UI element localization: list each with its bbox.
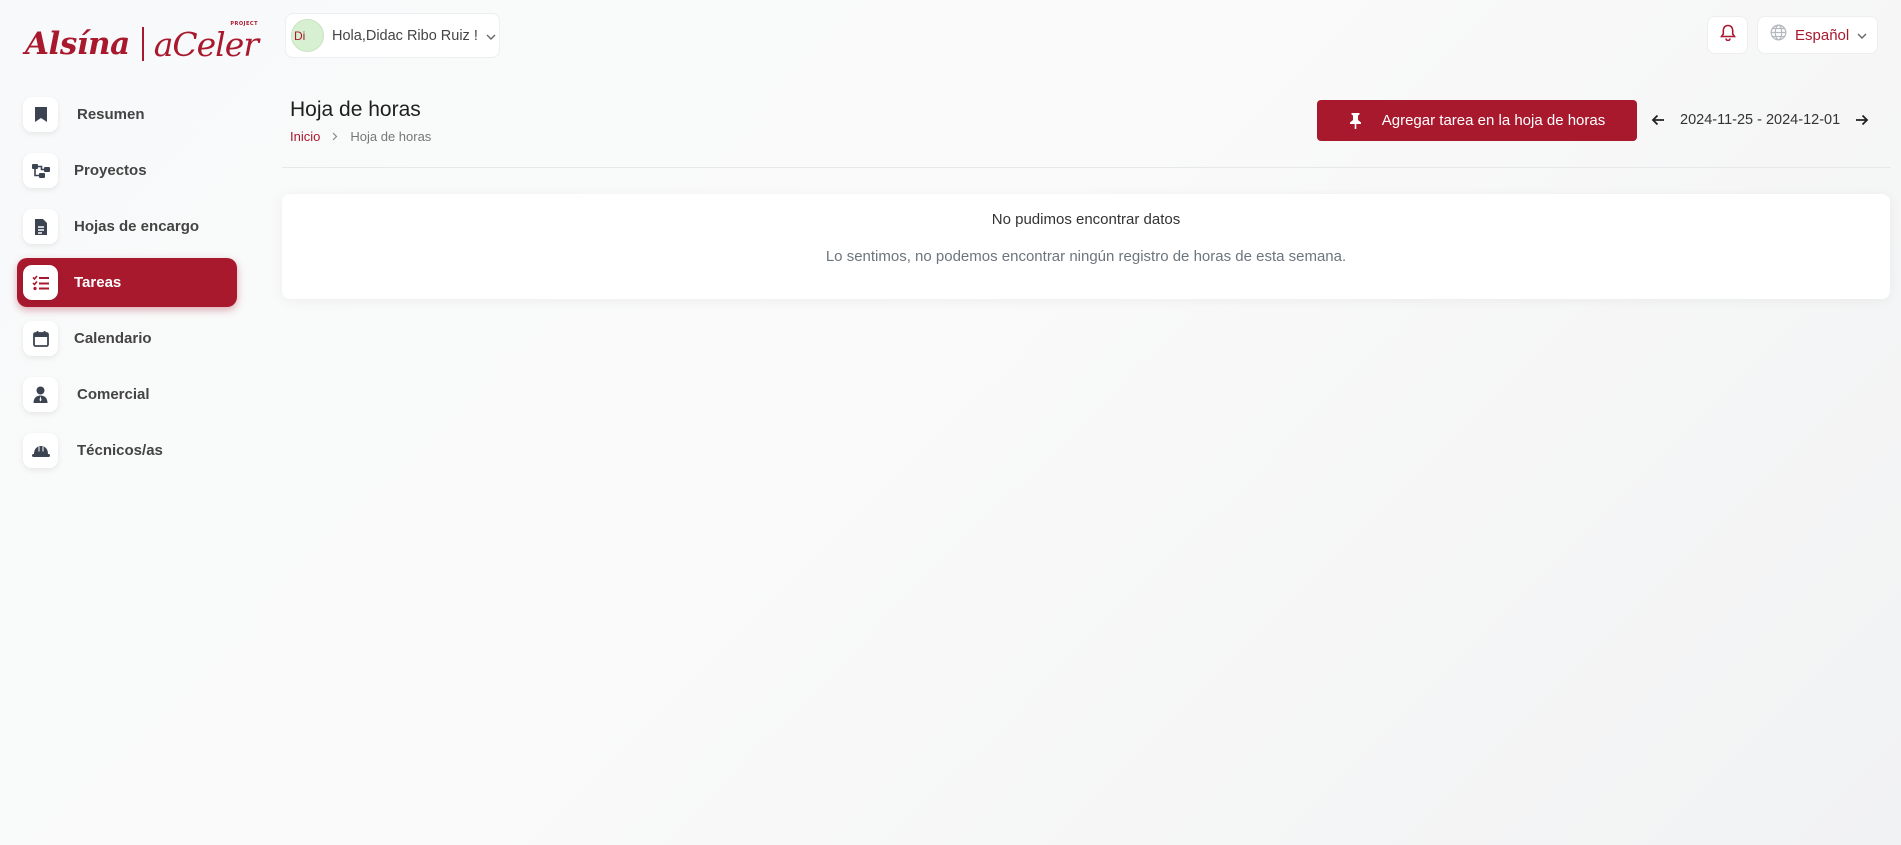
empty-state-card: No pudimos encontrar datos Lo sentimos, … <box>282 194 1890 299</box>
bell-icon <box>1719 24 1736 46</box>
breadcrumb: Inicio Hoja de horas <box>290 129 431 144</box>
user-menu-button[interactable]: Di Hola,Didac Ribo Ruiz ! <box>285 13 500 58</box>
chevron-down-icon <box>486 27 496 45</box>
sidebar-item-tareas[interactable]: Tareas <box>17 258 237 307</box>
sidebar-item-tecnicos[interactable]: Técnicos/as <box>17 426 237 475</box>
brand-logo[interactable]: Alsína aCeler PROJECT <box>25 21 259 66</box>
chevron-down-icon <box>1857 26 1867 44</box>
thumbtack-icon <box>1349 112 1362 129</box>
arrow-right-icon[interactable] <box>1854 112 1870 128</box>
sidebar-item-label: Técnicos/as <box>77 442 163 459</box>
breadcrumb-current: Hoja de horas <box>350 129 432 144</box>
sidebar: Alsína aCeler PROJECT Resumen Proyectos … <box>0 0 262 845</box>
sidebar-item-calendario[interactable]: Calendario <box>17 314 237 363</box>
file-text-icon <box>23 209 58 244</box>
page-title: Hoja de horas <box>290 98 421 121</box>
bookmark-icon <box>23 97 58 132</box>
sidebar-item-label: Resumen <box>77 106 145 123</box>
breadcrumb-home-link[interactable]: Inicio <box>290 129 320 144</box>
user-greeting: Hola,Didac Ribo Ruiz ! <box>332 27 478 44</box>
tasks-list-icon <box>23 265 58 300</box>
sidebar-nav: Resumen Proyectos Hojas de encargo Tarea… <box>17 90 237 482</box>
avatar: Di <box>291 19 324 52</box>
language-selector[interactable]: Español <box>1757 16 1878 54</box>
sidebar-item-label: Proyectos <box>74 162 147 179</box>
sidebar-item-label: Comercial <box>77 386 150 403</box>
chevron-right-icon <box>332 129 338 144</box>
sidebar-item-label: Tareas <box>74 274 122 291</box>
sidebar-item-comercial[interactable]: Comercial <box>17 370 237 419</box>
project-diagram-icon <box>23 153 58 188</box>
logo-aceler-text: aCeler PROJECT <box>153 21 259 64</box>
notifications-button[interactable] <box>1707 16 1748 54</box>
sidebar-item-label: Hojas de encargo <box>74 218 200 235</box>
empty-state-message: Lo sentimos, no podemos encontrar ningún… <box>825 248 1347 265</box>
logo-project-text: PROJECT <box>230 20 258 27</box>
language-label: Español <box>1795 26 1850 44</box>
sidebar-item-hojas-de-encargo[interactable]: Hojas de encargo <box>17 202 237 251</box>
calendar-icon <box>23 321 58 356</box>
logo-separator <box>141 27 144 61</box>
user-tie-icon <box>23 377 58 412</box>
sidebar-item-label: Calendario <box>74 330 152 347</box>
add-task-button[interactable]: Agregar tarea en la hoja de horas <box>1317 100 1637 141</box>
sidebar-item-resumen[interactable]: Resumen <box>17 90 237 139</box>
logo-alsina-text: Alsína <box>25 26 130 62</box>
week-range-label: 2024-11-25 - 2024-12-01 <box>1680 112 1841 128</box>
empty-state-title: No pudimos encontrar datos <box>991 211 1181 228</box>
logo-aceler-word: aCeler <box>153 24 259 64</box>
arrow-left-icon[interactable] <box>1650 112 1666 128</box>
add-task-button-label: Agregar tarea en la hoja de horas <box>1381 112 1606 129</box>
sidebar-item-proyectos[interactable]: Proyectos <box>17 146 237 195</box>
week-navigator: 2024-11-25 - 2024-12-01 <box>1650 110 1870 130</box>
header-divider <box>282 167 1891 168</box>
hard-hat-icon <box>23 433 58 468</box>
globe-icon <box>1770 24 1787 46</box>
